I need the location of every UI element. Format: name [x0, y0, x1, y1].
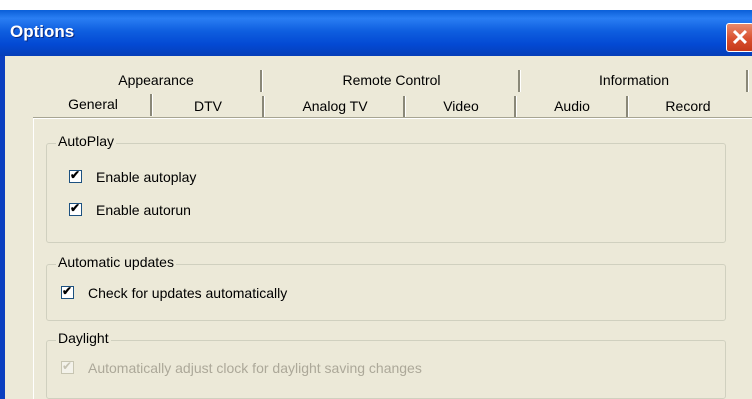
- enable-autoplay-label[interactable]: Enable autoplay: [96, 169, 196, 185]
- daylight-label: Automatically adjust clock for daylight …: [88, 360, 422, 376]
- tab-divider: [746, 70, 749, 92]
- daylight-checkbox: [61, 359, 74, 374]
- enable-autorun-label[interactable]: Enable autorun: [96, 202, 191, 218]
- window-title: Options: [10, 22, 75, 41]
- top-strip: [0, 0, 752, 10]
- updates-group-title: Automatic updates: [56, 254, 176, 270]
- autoplay-group-title: AutoPlay: [56, 133, 117, 149]
- close-button[interactable]: ✕: [726, 23, 752, 52]
- tab-information[interactable]: Information: [521, 70, 747, 92]
- tab-remote-control[interactable]: Remote Control: [263, 70, 520, 92]
- daylight-group-title: Daylight: [56, 330, 111, 346]
- enable-autoplay-checkbox[interactable]: [69, 168, 82, 183]
- enable-autorun-checkbox[interactable]: [69, 201, 82, 216]
- check-updates-label[interactable]: Check for updates automatically: [88, 285, 287, 301]
- autoplay-group: [46, 143, 726, 243]
- close-icon: ✕: [730, 25, 750, 50]
- tab-appearance[interactable]: Appearance: [50, 70, 262, 92]
- title-bar[interactable]: Options ✕: [0, 10, 752, 56]
- check-updates-checkbox[interactable]: [61, 284, 74, 299]
